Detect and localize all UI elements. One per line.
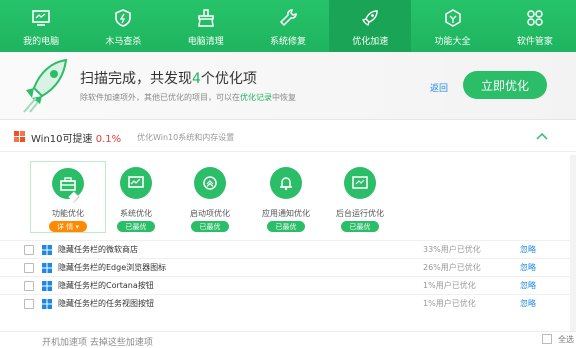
- list-item: 隐藏任务栏的Cortana按钮 1%用户已优化 忽略: [0, 276, 576, 294]
- list-item: 隐藏任务栏的Edge浏览器图标 26%用户已优化 忽略: [0, 258, 576, 276]
- chevron-up-icon[interactable]: [535, 130, 549, 144]
- item-text: 隐藏任务栏的微软商店: [58, 245, 138, 254]
- nav-label: 木马查杀: [105, 37, 142, 47]
- item-text: 隐藏任务栏的任务视图按钮: [58, 299, 154, 308]
- grid-icon: [527, 10, 543, 26]
- bottom-bar: 开机加速项 去掉这些加速项 全选: [0, 331, 576, 348]
- list-item: 隐藏任务栏的微软商店 33%用户已优化 忽略: [0, 240, 576, 258]
- card-label: 后台运行优化: [336, 209, 384, 218]
- nav-label: 软件管家: [516, 37, 553, 47]
- windows-logo-icon: [42, 263, 52, 273]
- item-rate: 1%用户已优化: [423, 299, 476, 308]
- nav-label: 系统修复: [269, 37, 306, 47]
- broom-icon: [197, 9, 214, 27]
- scan-result-banner: 扫描完成，共发现4个优化项 除软件加速项外，其他已优化的项目，可以在优化记录中恢…: [0, 52, 576, 120]
- monitor-icon: [32, 10, 50, 26]
- optimize-now-button[interactable]: 立即优化: [463, 71, 547, 99]
- windows-logo-icon: [14, 131, 25, 142]
- nav-label: 我的电脑: [23, 37, 60, 47]
- top-navigation: 我的电脑 木马查杀 电脑清理 系统修复 优化加速 功能大全 软件管家: [0, 0, 576, 52]
- details-dropdown[interactable]: 详 情 ▾: [49, 221, 87, 232]
- rocket-illustration-icon: [23, 58, 68, 113]
- banner-subtitle: 除软件加速项外，其他已优化的项目，可以在优化记录中恢复: [80, 93, 296, 102]
- item-text: 隐藏任务栏的Edge浏览器图标: [58, 263, 167, 272]
- ignore-link[interactable]: 忽略: [520, 244, 536, 255]
- item-checkbox[interactable]: [24, 245, 34, 255]
- status-badge: 已最优: [117, 221, 155, 232]
- monitor-chart-icon: [128, 176, 144, 188]
- win10-section-header: Win10可提速 0.1% 优化Win10系统和内存设置: [0, 122, 576, 152]
- status-badge: 已最优: [191, 221, 229, 232]
- toolbox-icon: [60, 176, 76, 191]
- ignore-link[interactable]: 忽略: [520, 262, 536, 273]
- item-checkbox[interactable]: [24, 281, 34, 291]
- item-rate: 26%用户已优化: [423, 263, 481, 272]
- nav-system-repair[interactable]: 系统修复: [247, 0, 329, 52]
- ignore-link[interactable]: 忽略: [520, 298, 536, 309]
- windows-logo-icon: [42, 245, 52, 255]
- item-checkbox[interactable]: [24, 299, 34, 309]
- nav-trojan-scan[interactable]: 木马查杀: [82, 0, 164, 52]
- card-label: 功能优化: [52, 209, 84, 219]
- ring-icon: [444, 9, 461, 27]
- nav-software-manager[interactable]: 软件管家: [494, 0, 576, 52]
- item-rate: 33%用户已优化: [423, 245, 481, 254]
- bell-icon: [280, 177, 292, 191]
- status-badge: 已最优: [267, 221, 305, 232]
- card-startup-optimize[interactable]: 启动项优化 已最优: [172, 161, 248, 233]
- banner-title: 扫描完成，共发现4个优化项: [80, 71, 257, 87]
- item-checkbox[interactable]: [24, 263, 34, 273]
- optimize-history-link[interactable]: 优化记录: [240, 93, 272, 102]
- rocket-icon: [362, 10, 379, 27]
- nav-label: 优化加速: [352, 37, 389, 47]
- window-icon: [352, 176, 368, 189]
- nav-optimize[interactable]: 优化加速: [329, 0, 412, 52]
- nav-features[interactable]: 功能大全: [411, 0, 493, 52]
- item-text: 隐藏任务栏的Cortana按钮: [58, 281, 154, 290]
- select-all-label: 全选: [558, 335, 574, 344]
- optimize-item-list: 隐藏任务栏的微软商店 33%用户已优化 忽略 隐藏任务栏的Edge浏览器图标 2…: [0, 240, 576, 312]
- list-item: 隐藏任务栏的任务视图按钮 1%用户已优化 忽略: [0, 294, 576, 312]
- item-rate: 1%用户已优化: [423, 281, 476, 290]
- scrollbar[interactable]: [570, 155, 576, 331]
- nav-label: 功能大全: [434, 37, 471, 47]
- card-label: 启动项优化: [190, 209, 230, 218]
- optimize-categories: 功能优化 详 情 ▾ 系统优化 已最优 启动项优化 已最优 应用通知优化 已最优…: [0, 155, 576, 235]
- nav-label: 电脑清理: [187, 37, 224, 47]
- wrench-icon: [279, 9, 297, 27]
- status-badge: 已最优: [341, 221, 379, 232]
- next-section-title: 开机加速项 去掉这些加速项: [42, 338, 153, 348]
- section-description: 优化Win10系统和内存设置: [137, 133, 235, 142]
- nav-cleanup[interactable]: 电脑清理: [165, 0, 247, 52]
- windows-logo-icon: [42, 281, 52, 291]
- card-label: 应用通知优化: [262, 209, 310, 218]
- startup-chevron-icon: [203, 176, 217, 190]
- section-title: Win10可提速 0.1%: [31, 134, 122, 145]
- card-notification-optimize[interactable]: 应用通知优化 已最优: [248, 161, 324, 233]
- back-link[interactable]: 返回: [430, 81, 448, 94]
- windows-logo-icon: [42, 299, 52, 309]
- shield-icon: [115, 9, 132, 27]
- card-system-optimize[interactable]: 系统优化 已最优: [98, 161, 174, 233]
- select-all-checkbox[interactable]: [542, 334, 552, 344]
- nav-my-computer[interactable]: 我的电脑: [0, 0, 82, 52]
- card-label: 系统优化: [120, 209, 152, 218]
- ignore-link[interactable]: 忽略: [520, 280, 536, 291]
- card-background-optimize[interactable]: 后台运行优化 已最优: [322, 161, 398, 233]
